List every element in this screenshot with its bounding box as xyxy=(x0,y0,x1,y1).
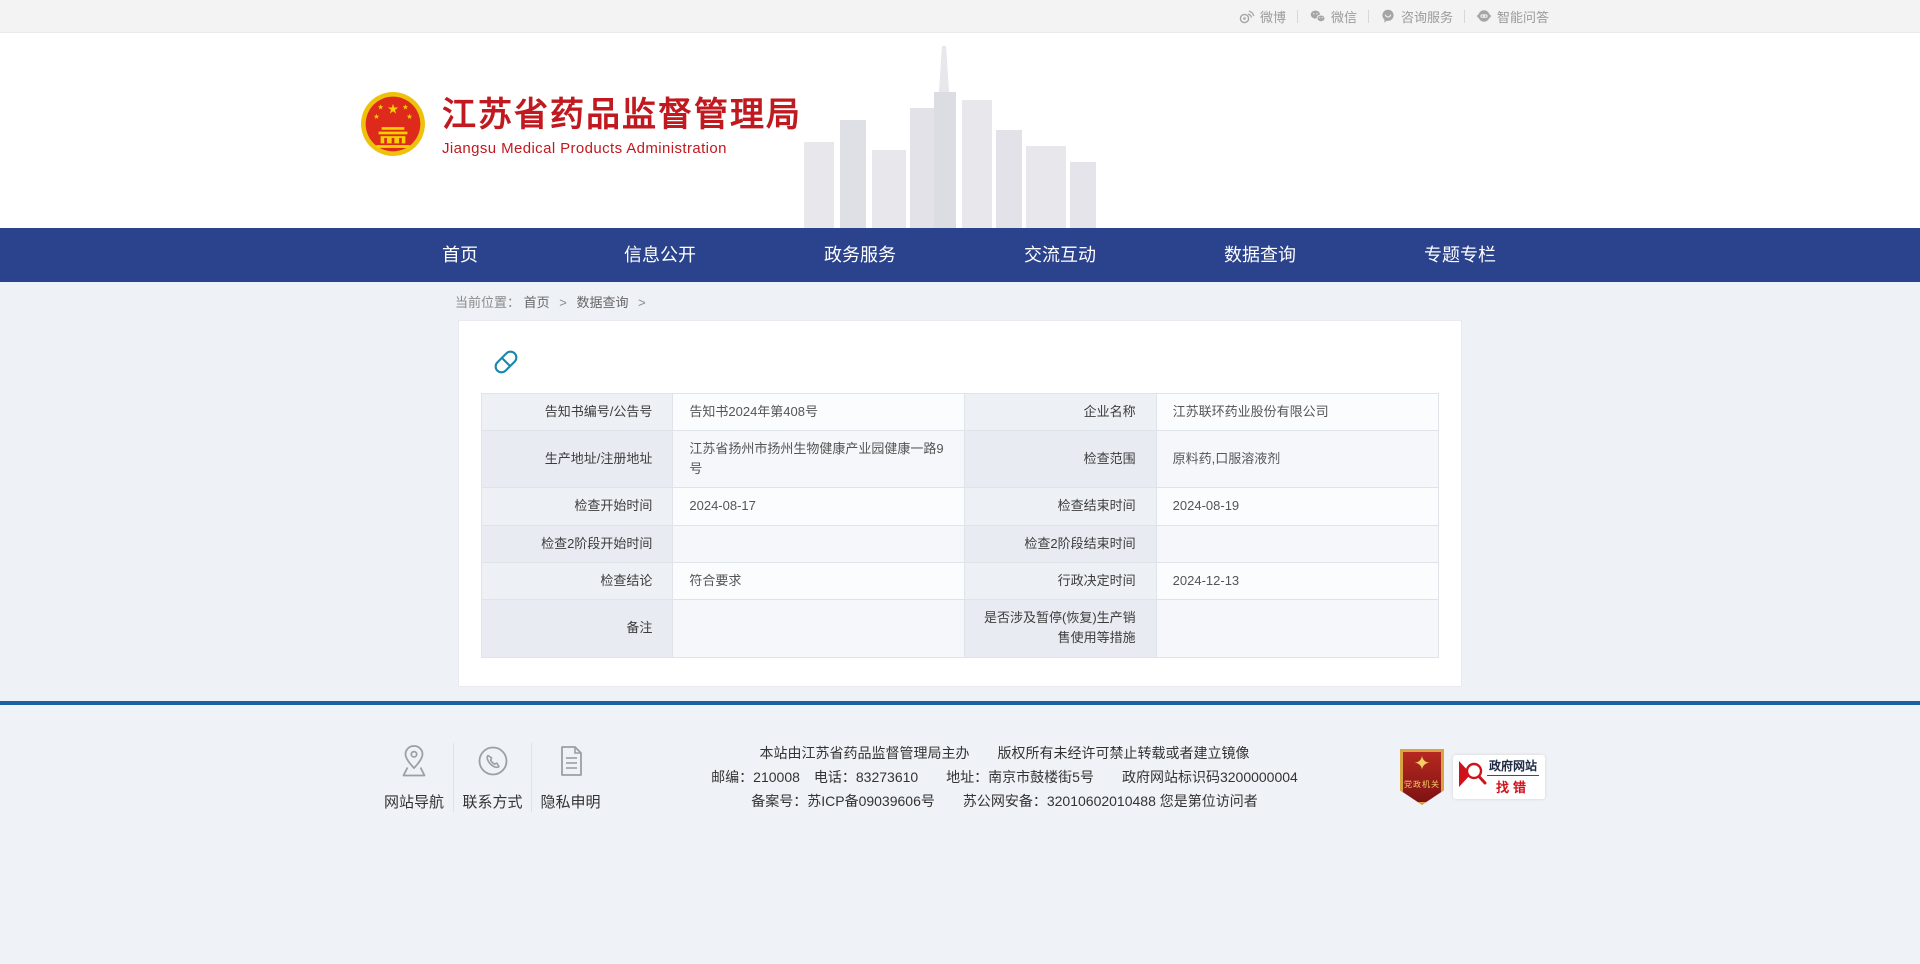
conclusion-value: 符合要求 xyxy=(673,562,965,599)
inspection-detail-table: 告知书编号/公告号 告知书2024年第408号 企业名称 江苏联环药业股份有限公… xyxy=(481,393,1439,658)
remarks-label: 备注 xyxy=(482,599,673,657)
notice-number-value: 告知书2024年第408号 xyxy=(673,394,965,431)
magnifier-icon xyxy=(1457,757,1487,796)
quick-links: 微博 微信 xyxy=(360,0,1560,32)
site-title: 江苏省药品监督管理局 xyxy=(442,96,802,135)
breadcrumb: 当前位置： 首页 > 数据查询 > xyxy=(455,282,1465,320)
site-brand[interactable]: ★ ★ ★ ★ ★ 江苏省药品监督管理局 Jiangsu Medical Pro… xyxy=(360,91,802,162)
gov-agency-badge-label: 党政机关 xyxy=(1404,779,1440,790)
gov-agency-badge[interactable]: ✦ 党政机关 xyxy=(1400,749,1444,805)
site-map-link[interactable]: 网站导航 xyxy=(375,743,453,812)
suspension-measures-value xyxy=(1156,599,1438,657)
nav-item-special-topics[interactable]: 专题专栏 xyxy=(1360,228,1560,282)
table-row: 检查结论 符合要求 行政决定时间 2024-12-13 xyxy=(482,562,1439,599)
svg-text:★: ★ xyxy=(377,103,383,112)
footer-badges: ✦ 党政机关 政府网站 找错 xyxy=(1400,741,1545,805)
inspection-end-label: 检查结束时间 xyxy=(965,488,1156,525)
table-row: 检查2阶段开始时间 检查2阶段结束时间 xyxy=(482,525,1439,562)
site-subtitle: Jiangsu Medical Products Administration xyxy=(442,140,802,157)
decision-date-label: 行政决定时间 xyxy=(965,562,1156,599)
remarks-value xyxy=(673,599,965,657)
chat-bubble-icon xyxy=(1380,8,1396,24)
footer-line-host: 本站由江苏省药品监督管理局主办 版权所有未经许可禁止转载或者建立镜像 xyxy=(633,741,1376,765)
footer-info: 本站由江苏省药品监督管理局主办 版权所有未经许可禁止转载或者建立镜像 邮编：21… xyxy=(609,741,1400,813)
site-header: ★ ★ ★ ★ ★ 江苏省药品监督管理局 Jiangsu Medical Pro… xyxy=(0,33,1920,228)
smart-qa-label: 智能问答 xyxy=(1497,7,1549,26)
phase2-start-label: 检查2阶段开始时间 xyxy=(482,525,673,562)
weibo-icon xyxy=(1238,8,1255,24)
inspection-scope-value: 原料药,口服溶液剂 xyxy=(1156,431,1438,488)
contact-link[interactable]: 联系方式 xyxy=(453,743,531,812)
wechat-icon xyxy=(1309,8,1326,24)
nav-item-data-query[interactable]: 数据查询 xyxy=(1160,228,1360,282)
table-row: 生产地址/注册地址 江苏省扬州市扬州生物健康产业园健康一路9号 检查范围 原料药… xyxy=(482,431,1439,488)
table-row: 备注 是否涉及暂停(恢复)生产销售使用等措施 xyxy=(482,599,1439,657)
company-name-value: 江苏联环药业股份有限公司 xyxy=(1156,394,1438,431)
consult-service-label: 咨询服务 xyxy=(1401,7,1453,26)
breadcrumb-home[interactable]: 首页 xyxy=(524,295,550,310)
production-address-label: 生产地址/注册地址 xyxy=(482,431,673,488)
weibo-label: 微博 xyxy=(1260,7,1286,26)
wechat-label: 微信 xyxy=(1331,7,1357,26)
table-row: 检查开始时间 2024-08-17 检查结束时间 2024-08-19 xyxy=(482,488,1439,525)
national-emblem-logo: ★ ★ ★ ★ ★ xyxy=(360,91,426,162)
phase2-end-label: 检查2阶段结束时间 xyxy=(965,525,1156,562)
error-report-badge[interactable]: 政府网站 找错 xyxy=(1453,755,1545,799)
inspection-detail-card: 告知书编号/公告号 告知书2024年第408号 企业名称 江苏联环药业股份有限公… xyxy=(458,320,1462,687)
footer-links: 网站导航 联系方式 xyxy=(375,741,609,812)
privacy-label: 隐私申明 xyxy=(532,791,609,812)
inspection-start-value: 2024-08-17 xyxy=(673,488,965,525)
notice-number-label: 告知书编号/公告号 xyxy=(482,394,673,431)
conclusion-label: 检查结论 xyxy=(482,562,673,599)
table-row: 告知书编号/公告号 告知书2024年第408号 企业名称 江苏联环药业股份有限公… xyxy=(482,394,1439,431)
nav-item-gov-services[interactable]: 政务服务 xyxy=(760,228,960,282)
phase2-end-value xyxy=(1156,525,1438,562)
smart-qa-link[interactable]: 智能问答 xyxy=(1465,7,1560,26)
robot-icon xyxy=(1476,8,1492,24)
main-content: 当前位置： 首页 > 数据查询 > 告知书编号/公告号 告知书2024年第408… xyxy=(0,282,1920,701)
consult-service-link[interactable]: 咨询服务 xyxy=(1369,7,1464,26)
main-navigation: 首页 信息公开 政务服务 交流互动 数据查询 专题专栏 xyxy=(0,228,1920,282)
map-pin-icon xyxy=(398,766,430,783)
wechat-link[interactable]: 微信 xyxy=(1298,7,1368,26)
privacy-link[interactable]: 隐私申明 xyxy=(531,743,609,812)
weibo-link[interactable]: 微博 xyxy=(1227,7,1297,26)
svg-text:★: ★ xyxy=(406,112,412,121)
production-address-value: 江苏省扬州市扬州生物健康产业园健康一路9号 xyxy=(673,431,965,488)
company-name-label: 企业名称 xyxy=(965,394,1156,431)
svg-text:★: ★ xyxy=(373,112,379,121)
error-report-label: 找错 xyxy=(1487,776,1539,796)
inspection-start-label: 检查开始时间 xyxy=(482,488,673,525)
decision-date-value: 2024-12-13 xyxy=(1156,562,1438,599)
breadcrumb-separator: > xyxy=(638,295,646,310)
site-footer: 网站导航 联系方式 xyxy=(0,705,1920,964)
nav-item-info-disclosure[interactable]: 信息公开 xyxy=(560,228,760,282)
breadcrumb-prefix: 当前位置： xyxy=(455,295,520,310)
inspection-scope-label: 检查范围 xyxy=(965,431,1156,488)
error-report-site-label: 政府网站 xyxy=(1487,757,1539,776)
breadcrumb-data-query[interactable]: 数据查询 xyxy=(577,295,629,310)
phase2-start-value xyxy=(673,525,965,562)
nav-item-home[interactable]: 首页 xyxy=(360,228,560,282)
footer-line-contact: 邮编：210008 电话：83273610 地址：南京市鼓楼街5号 政府网站标识… xyxy=(633,765,1376,789)
shield-emblem-icon: ✦ xyxy=(1414,749,1431,779)
breadcrumb-separator: > xyxy=(559,295,567,310)
inspection-end-value: 2024-08-19 xyxy=(1156,488,1438,525)
site-map-label: 网站导航 xyxy=(375,791,453,812)
top-utility-bar: 微博 微信 xyxy=(0,0,1920,33)
suspension-measures-label: 是否涉及暂停(恢复)生产销售使用等措施 xyxy=(965,599,1156,657)
pill-icon xyxy=(489,345,1439,379)
nav-item-interaction[interactable]: 交流互动 xyxy=(960,228,1160,282)
document-icon xyxy=(555,766,587,783)
phone-icon xyxy=(476,766,510,783)
svg-text:★: ★ xyxy=(402,103,408,112)
footer-line-icp: 备案号：苏ICP备09039606号 苏公网安备：32010602010488 … xyxy=(633,789,1376,813)
city-skyline-decoration xyxy=(790,46,1100,228)
svg-text:★: ★ xyxy=(387,102,399,117)
contact-label: 联系方式 xyxy=(454,791,531,812)
